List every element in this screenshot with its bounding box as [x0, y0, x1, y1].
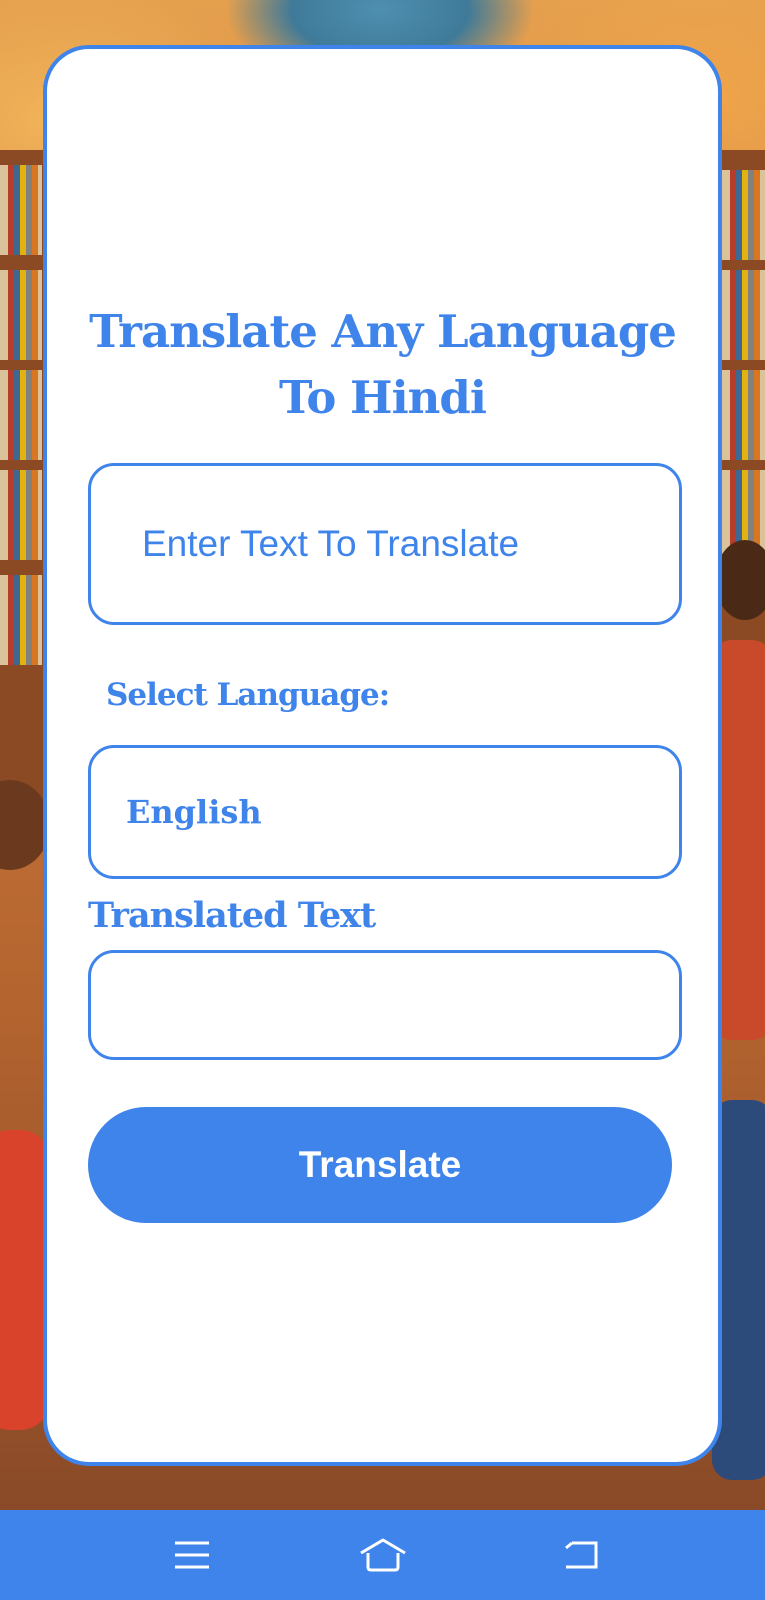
- select-language-label: Select Language:: [106, 677, 390, 713]
- translated-text-label: Translated Text: [88, 895, 376, 936]
- back-icon: [565, 1541, 598, 1569]
- books-right-1: [722, 170, 765, 260]
- books-left-2: [0, 270, 42, 360]
- home-button[interactable]: [358, 1530, 408, 1580]
- text-input-container: [88, 463, 682, 625]
- books-right-3: [722, 370, 765, 460]
- text-to-translate-input[interactable]: [91, 466, 679, 622]
- books-left-3: [0, 370, 42, 460]
- home-icon: [360, 1538, 406, 1572]
- back-button[interactable]: [557, 1530, 607, 1580]
- translated-text-output[interactable]: [88, 950, 682, 1060]
- language-select-value: English: [126, 793, 262, 831]
- menu-icon: [175, 1541, 209, 1569]
- title-line-2: To Hindi: [279, 371, 487, 424]
- books-left-5: [0, 575, 42, 665]
- translator-card: Translate Any Language To Hindi Select L…: [43, 45, 722, 1466]
- menu-button[interactable]: [167, 1530, 217, 1580]
- language-select[interactable]: English: [88, 745, 682, 879]
- translate-button[interactable]: Translate: [88, 1107, 672, 1223]
- books-left-1: [0, 165, 42, 255]
- page-title: Translate Any Language To Hindi: [47, 299, 718, 431]
- system-navigation-bar: [0, 1510, 765, 1600]
- books-right-2: [722, 270, 765, 360]
- title-line-1: Translate Any Language: [89, 305, 677, 358]
- books-left-4: [0, 470, 42, 560]
